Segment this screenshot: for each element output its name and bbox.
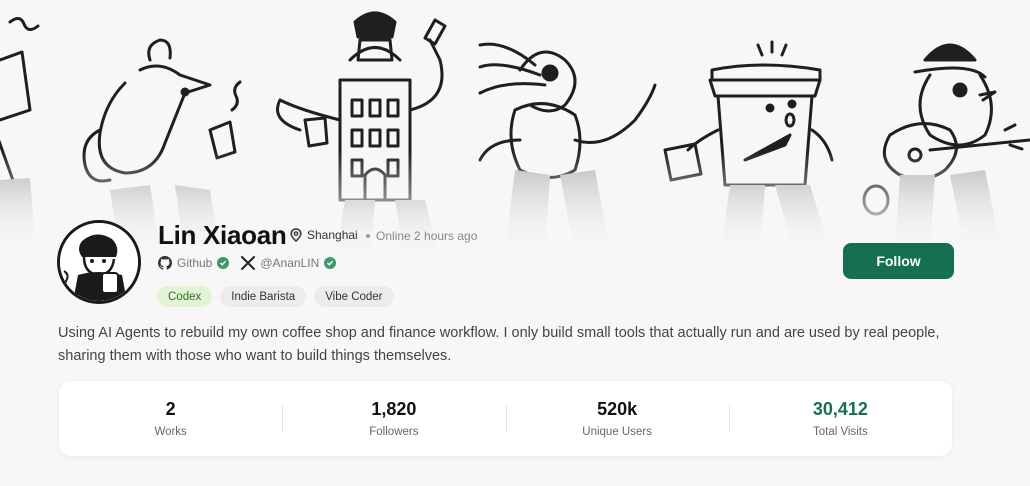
stat-value: 520k	[597, 399, 638, 419]
avatar-illustration	[60, 223, 138, 301]
verified-check-icon	[324, 257, 337, 269]
stat-unique-users[interactable]: 520k Unique Users	[505, 381, 729, 456]
tag-vibe-coder[interactable]: Vibe Coder	[314, 286, 394, 307]
tag-list: Codex Indie Barista Vibe Coder	[157, 286, 394, 307]
follow-button[interactable]: Follow	[843, 243, 954, 279]
tag-indie-barista[interactable]: Indie Barista	[220, 286, 307, 307]
stat-followers[interactable]: 1,820 Followers	[282, 381, 505, 456]
separator-dot	[366, 234, 370, 238]
profile-name: Lin Xiaoan	[158, 220, 287, 250]
stat-value: 1,820	[371, 399, 417, 419]
stat-label: Total Visits	[812, 426, 868, 438]
stat-value: 2	[165, 399, 176, 419]
stat-label: Followers	[369, 426, 419, 438]
stat-label: Works	[154, 426, 187, 438]
stats-card: 2 Works 1,820 Followers 520k Unique User…	[59, 381, 952, 456]
stat-works[interactable]: 2 Works	[59, 381, 282, 456]
avatar[interactable]	[57, 220, 141, 304]
stat-label: Unique Users	[582, 426, 652, 438]
stat-total-visits[interactable]: 30,412 Total Visits	[728, 381, 952, 456]
location: Shanghai	[290, 228, 358, 242]
online-status-text: Online 2 hours ago	[376, 229, 478, 243]
x-handle-label: @AnanLIN	[260, 256, 320, 270]
profile-bio: Using AI Agents to rebuild my own coffee…	[58, 325, 940, 364]
stat-value: 30,412	[812, 399, 868, 419]
online-status: Online 2 hours ago	[366, 229, 477, 243]
social-links: Github @AnanLIN	[158, 256, 337, 270]
verified-check-icon	[217, 257, 230, 269]
location-pin-icon	[290, 228, 302, 242]
x-link[interactable]: @AnanLIN	[241, 256, 337, 270]
profile-banner	[0, 0, 1030, 260]
github-label: Github	[177, 256, 213, 270]
tag-codex[interactable]: Codex	[157, 286, 213, 307]
github-icon	[158, 256, 172, 270]
location-text: Shanghai	[307, 228, 358, 242]
x-icon	[241, 256, 256, 270]
github-link[interactable]: Github	[158, 256, 230, 270]
